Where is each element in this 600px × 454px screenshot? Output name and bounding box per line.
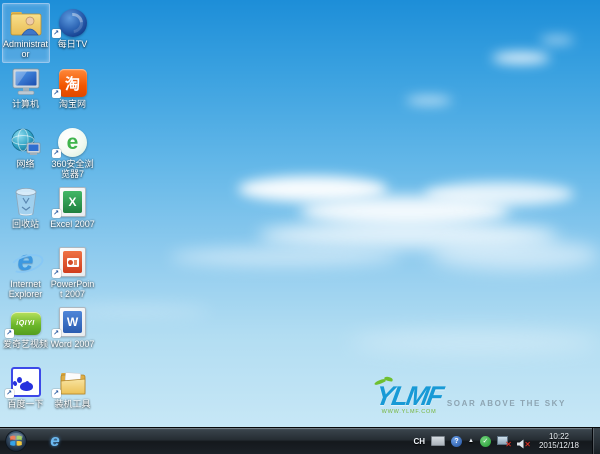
cloud <box>430 240 600 270</box>
desktop-icon-excel-2007[interactable]: X ↗ Excel 2007 <box>49 183 97 243</box>
desktop-icon-iqiyi[interactable]: iQIYI ↗ 爱奇艺视频 <box>2 303 50 363</box>
icon-label: 360安全浏览器7 <box>51 159 94 179</box>
computer-icon <box>7 65 45 97</box>
ylmf-tagline: SOAR ABOVE THE SKY <box>446 399 566 408</box>
shortcut-arrow-icon: ↗ <box>51 89 61 98</box>
cloud <box>492 52 550 64</box>
desktop-icon-grid: Administrator ↗ 每日TV 计算机 淘 ↗ 淘宝网 网络 e ↗ … <box>1 3 97 423</box>
excel-icon: X ↗ <box>51 185 92 218</box>
desktop-icon-word-2007[interactable]: W ↗ Word 2007 <box>49 303 97 363</box>
cloud <box>170 248 400 266</box>
taskbar-ie-button[interactable]: e <box>38 430 72 453</box>
administrator-folder-icon <box>7 5 45 37</box>
cloud <box>424 182 574 206</box>
language-indicator[interactable]: CH <box>413 437 425 446</box>
tools-folder-icon: ↗ <box>51 365 92 398</box>
system-tray: CH ? ▲ ✓ ✕ ✕ 10:22 2015/12/18 <box>413 428 600 454</box>
network-icon <box>7 125 45 157</box>
start-button[interactable] <box>3 429 29 453</box>
powerpoint-icon: ↗ <box>51 245 92 278</box>
shortcut-arrow-icon: ↗ <box>4 389 14 398</box>
cloud <box>540 36 574 44</box>
iqiyi-icon: iQIYI ↗ <box>4 305 45 338</box>
help-tray-icon[interactable]: ? <box>451 435 462 447</box>
desktop-icon-computer[interactable]: 计算机 <box>2 63 50 123</box>
clock-time: 10:22 <box>548 432 569 441</box>
show-hidden-icons-button[interactable]: ▲ <box>468 438 474 444</box>
icon-label: PowerPoint 2007 <box>50 279 95 299</box>
recycle-bin-icon <box>7 185 45 217</box>
icon-label: Internet Explorer <box>8 279 43 299</box>
network-status-tray-icon[interactable]: ✕ <box>496 435 512 449</box>
desktop-icon-taobao[interactable]: 淘 ↗ 淘宝网 <box>49 63 97 123</box>
desktop-icon-baidu[interactable]: ↗ 百度一下 <box>2 363 50 423</box>
shortcut-arrow-icon: ↗ <box>51 329 61 338</box>
ylmf-watermark: YLMF WWW.YLMF.COM SOAR ABOVE THE SKY <box>374 376 566 415</box>
desktop-icon-internet-explorer[interactable]: e Internet Explorer <box>2 243 50 303</box>
shortcut-arrow-icon: ↗ <box>51 29 61 38</box>
icon-label: 每日TV <box>57 39 88 49</box>
cloud <box>350 330 600 354</box>
keyboard-icon[interactable] <box>431 436 445 446</box>
meiri-tv-icon: ↗ <box>51 5 92 38</box>
desktop-icon-administrator[interactable]: Administrator <box>1 3 50 63</box>
desktop: Administrator ↗ 每日TV 计算机 淘 ↗ 淘宝网 网络 e ↗ … <box>0 0 600 454</box>
ylmf-logo-text: YLMF <box>374 376 444 411</box>
icon-label: Word 2007 <box>50 339 95 349</box>
desktop-icon-tools-folder[interactable]: ↗ 装机工具 <box>49 363 97 423</box>
360-browser-icon: e ↗ <box>51 125 92 158</box>
taskbar-clock[interactable]: 10:22 2015/12/18 <box>535 432 586 450</box>
shortcut-arrow-icon: ↗ <box>51 209 61 218</box>
icon-label: 回收站 <box>11 219 39 229</box>
desktop-icon-recycle-bin[interactable]: 回收站 <box>2 183 50 243</box>
icon-label: 装机工具 <box>54 399 91 409</box>
icon-label: Excel 2007 <box>50 219 95 229</box>
taskbar: e CH ? ▲ ✓ ✕ ✕ 10:22 2015/12/18 <box>0 427 600 454</box>
icon-label: 计算机 <box>11 99 39 109</box>
show-desktop-button[interactable] <box>592 428 600 454</box>
baidu-paw-icon: ↗ <box>4 365 45 398</box>
icon-label: 淘宝网 <box>58 99 86 109</box>
shortcut-arrow-icon: ↗ <box>51 149 61 158</box>
desktop-icon-network[interactable]: 网络 <box>2 123 50 183</box>
security-check-tray-icon[interactable]: ✓ <box>479 435 491 447</box>
icon-label: 百度一下 <box>7 399 44 409</box>
ie-icon: e <box>50 431 60 450</box>
shortcut-arrow-icon: ↗ <box>51 269 61 278</box>
desktop-icon-360-browser[interactable]: e ↗ 360安全浏览器7 <box>49 123 97 183</box>
icon-label: Administrator <box>2 39 48 59</box>
desktop-icon-powerpoint-2007[interactable]: ↗ PowerPoint 2007 <box>49 243 97 303</box>
icon-label: 网络 <box>16 159 35 169</box>
cloud <box>406 96 452 105</box>
desktop-icon-meiri-tv[interactable]: ↗ 每日TV <box>49 3 97 63</box>
icon-label: 爱奇艺视频 <box>2 339 48 349</box>
internet-explorer-icon: e <box>7 245 46 277</box>
shortcut-arrow-icon: ↗ <box>51 389 61 398</box>
taobao-icon: 淘 ↗ <box>51 65 92 98</box>
volume-muted-tray-icon[interactable]: ✕ <box>516 436 531 449</box>
shortcut-arrow-icon: ↗ <box>4 329 14 338</box>
clock-date: 2015/12/18 <box>538 441 579 450</box>
word-icon: W ↗ <box>51 305 92 338</box>
